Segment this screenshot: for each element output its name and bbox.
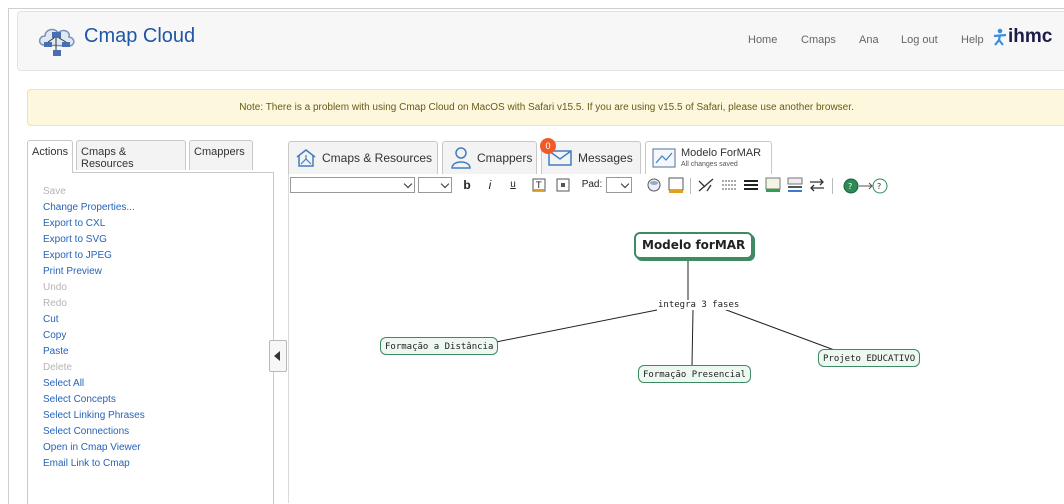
connection-link-presencial[interactable] bbox=[691, 309, 694, 366]
font-family-select[interactable] bbox=[290, 177, 415, 193]
tab-right-cmappers[interactable]: Cmappers bbox=[442, 141, 537, 174]
tab-cmaps-resources[interactable]: Cmaps & Resources bbox=[76, 140, 186, 170]
arrowheads-icon[interactable] bbox=[809, 178, 825, 192]
document-title: Modelo ForMAR bbox=[681, 147, 762, 159]
nav-user[interactable]: Ana bbox=[859, 34, 879, 46]
connection-style-icon[interactable] bbox=[697, 177, 715, 193]
nav-logout[interactable]: Log out bbox=[901, 34, 938, 46]
ihmc-logo[interactable]: ihmc bbox=[1008, 26, 1052, 48]
toolbar-separator bbox=[690, 178, 691, 194]
cmap-document-icon bbox=[652, 148, 676, 168]
app-title[interactable]: Cmap Cloud bbox=[84, 25, 195, 48]
connection-link-educativo[interactable] bbox=[720, 307, 838, 352]
menu-copy[interactable]: Copy bbox=[43, 328, 145, 344]
font-size-select[interactable] bbox=[418, 177, 452, 193]
menu-select-all[interactable]: Select All bbox=[43, 376, 145, 392]
menu-select-linking-phrases[interactable]: Select Linking Phrases bbox=[43, 408, 145, 424]
menu-change-properties[interactable]: Change Properties... bbox=[43, 200, 145, 216]
nav-help[interactable]: Help bbox=[961, 34, 984, 46]
tab-label: Cmappers bbox=[477, 151, 533, 165]
home-network-icon bbox=[296, 149, 316, 167]
toolbar-separator bbox=[832, 178, 833, 194]
safari-notice-banner: Note: There is a problem with using Cmap… bbox=[27, 89, 1064, 126]
shadow-color-icon[interactable] bbox=[787, 177, 803, 193]
nav-home[interactable]: Home bbox=[748, 34, 777, 46]
ihmc-figure-icon bbox=[993, 28, 1007, 46]
menu-redo[interactable]: Redo bbox=[43, 296, 145, 312]
menu-email-link[interactable]: Email Link to Cmap bbox=[43, 456, 145, 472]
person-icon bbox=[451, 147, 471, 169]
connection-link-distancia[interactable] bbox=[485, 309, 658, 345]
line-weight-icon[interactable] bbox=[743, 178, 759, 192]
svg-text:?: ? bbox=[848, 182, 852, 191]
shape-icon[interactable] bbox=[646, 177, 662, 193]
menu-delete[interactable]: Delete bbox=[43, 360, 145, 376]
concept-formacao-presencial[interactable]: Formação Presencial bbox=[638, 365, 751, 383]
menu-cut[interactable]: Cut bbox=[43, 312, 145, 328]
tab-right-document[interactable]: Modelo ForMAR All changes saved bbox=[645, 141, 772, 174]
bold-button[interactable]: b bbox=[460, 175, 474, 195]
menu-undo[interactable]: Undo bbox=[43, 280, 145, 296]
nested-node-icon[interactable]: ? ? bbox=[842, 177, 890, 195]
messages-count-badge: 0 bbox=[540, 138, 556, 154]
menu-select-concepts[interactable]: Select Concepts bbox=[43, 392, 145, 408]
tab-label: Messages bbox=[578, 151, 633, 165]
menu-export-jpeg[interactable]: Export to JPEG bbox=[43, 248, 145, 264]
menu-save[interactable]: Save bbox=[43, 184, 145, 200]
document-save-status: All changes saved bbox=[681, 161, 738, 168]
tab-actions[interactable]: Actions bbox=[27, 140, 73, 173]
concept-projeto-educativo[interactable]: Projeto EDUCATIVO bbox=[818, 349, 921, 367]
fill-color-icon[interactable] bbox=[668, 177, 684, 193]
menu-print-preview[interactable]: Print Preview bbox=[43, 264, 145, 280]
text-align-icon[interactable] bbox=[556, 178, 570, 192]
tab-right-cmaps-resources[interactable]: Cmaps & Resources bbox=[288, 141, 438, 174]
pad-label: Pad: bbox=[581, 179, 603, 190]
line-dash-icon[interactable] bbox=[721, 178, 737, 192]
cmap-cloud-logo-icon[interactable] bbox=[36, 23, 78, 57]
actions-menu: Save Change Properties... Export to CXL … bbox=[43, 184, 145, 472]
menu-paste[interactable]: Paste bbox=[43, 344, 145, 360]
underline-button[interactable]: u bbox=[506, 175, 520, 195]
tab-right-messages[interactable]: Messages bbox=[541, 141, 641, 174]
menu-export-svg[interactable]: Export to SVG bbox=[43, 232, 145, 248]
text-color-icon[interactable]: T bbox=[532, 178, 546, 192]
menu-select-connections[interactable]: Select Connections bbox=[43, 424, 145, 440]
tab-cmappers[interactable]: Cmappers bbox=[189, 140, 253, 170]
svg-text:?: ? bbox=[877, 182, 881, 191]
line-color-icon[interactable] bbox=[765, 177, 781, 193]
italic-button[interactable]: i bbox=[483, 175, 497, 195]
menu-open-in-cmap-viewer[interactable]: Open in Cmap Viewer bbox=[43, 440, 145, 456]
tab-label: Cmaps & Resources bbox=[322, 151, 433, 165]
concept-root[interactable]: Modelo forMAR bbox=[634, 232, 754, 259]
concept-formacao-distancia[interactable]: Formação a Distância bbox=[380, 337, 499, 355]
pad-select[interactable] bbox=[606, 177, 632, 193]
linking-phrase[interactable]: integra 3 fases bbox=[658, 300, 740, 310]
menu-export-cxl[interactable]: Export to CXL bbox=[43, 216, 145, 232]
collapse-panel-button[interactable] bbox=[269, 340, 287, 372]
nav-cmaps[interactable]: Cmaps bbox=[801, 34, 836, 46]
